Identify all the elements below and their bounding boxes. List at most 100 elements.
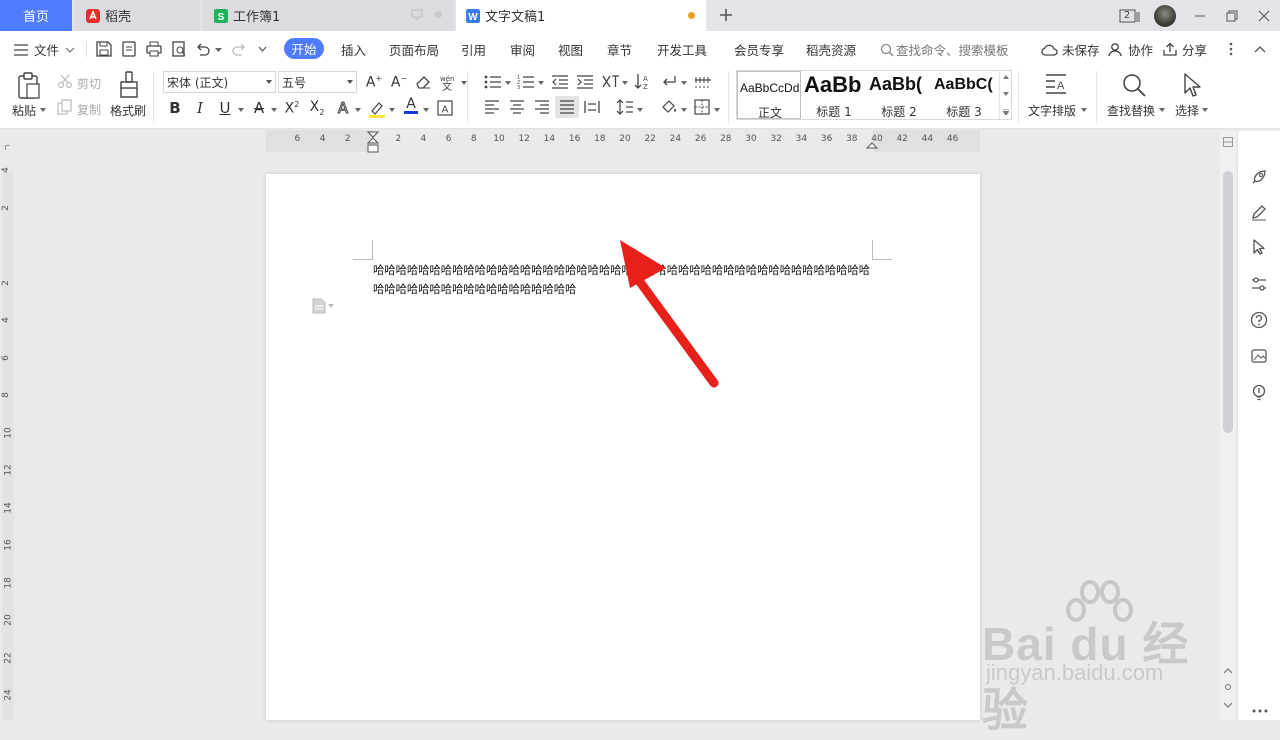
copy-icon[interactable] xyxy=(57,99,73,115)
lightbulb-icon[interactable] xyxy=(1250,383,1268,401)
scissors-icon[interactable] xyxy=(57,73,73,89)
image-tool-icon[interactable] xyxy=(1250,347,1268,365)
line-spacing-dropdown-icon[interactable] xyxy=(637,108,643,112)
sliders-icon[interactable] xyxy=(1250,275,1268,293)
tab-document[interactable]: W 文字文稿1 xyxy=(456,0,706,31)
print-icon[interactable] xyxy=(145,40,163,58)
tab-insert[interactable]: 插入 xyxy=(341,40,366,59)
decrease-indent-icon[interactable] xyxy=(551,74,569,90)
more-vertical-icon[interactable] xyxy=(1229,42,1233,56)
text-layout-button[interactable]: A xyxy=(1042,71,1070,99)
tab-daoke-resources[interactable]: 稻壳资源 xyxy=(806,40,856,59)
chinese-layout-icon[interactable] xyxy=(601,73,621,91)
pen-edit-icon[interactable] xyxy=(1250,203,1268,221)
grow-font-button[interactable]: A+ xyxy=(364,72,384,92)
strikethrough-button[interactable]: A xyxy=(249,98,269,118)
phonetic-guide-icon[interactable]: wén文 xyxy=(439,73,461,91)
redo-icon[interactable] xyxy=(230,40,248,58)
previous-page-icon[interactable] xyxy=(1224,667,1232,675)
rocket-icon[interactable] xyxy=(1250,168,1268,186)
strikethrough-dropdown-icon[interactable] xyxy=(271,108,277,112)
distributed-align-icon[interactable] xyxy=(584,100,600,114)
italic-button[interactable]: I xyxy=(190,98,210,118)
float-window-icon[interactable] xyxy=(411,9,423,20)
pointer-select-icon[interactable] xyxy=(1250,238,1268,256)
select-label[interactable]: 选择 xyxy=(1175,102,1199,119)
cut-label[interactable]: 剪切 xyxy=(77,75,101,92)
tab-references[interactable]: 引用 xyxy=(461,40,486,59)
help-icon[interactable] xyxy=(1250,311,1268,329)
new-tab-button[interactable] xyxy=(716,5,736,25)
style-normal[interactable]: AaBbCcDd 正文 xyxy=(737,71,801,120)
user-avatar[interactable] xyxy=(1154,4,1176,27)
sort-icon[interactable]: AZ xyxy=(634,72,652,90)
superscript-button[interactable]: X2 xyxy=(282,98,302,118)
paste-button[interactable] xyxy=(14,70,44,102)
vertical-ruler[interactable]: 4 2 2 4 6 8 10 12 14 16 18 20 22 24 xyxy=(0,152,18,720)
highlight-icon[interactable] xyxy=(367,99,387,119)
font-name-select[interactable]: 宋体 (正文) xyxy=(163,71,276,93)
select-button[interactable] xyxy=(1178,71,1204,99)
split-view-icon[interactable] xyxy=(1223,137,1233,147)
font-color-dropdown-icon[interactable] xyxy=(423,108,429,112)
vertical-scrollbar[interactable] xyxy=(1220,131,1236,720)
style-heading-1[interactable]: AaBb 标题 1 xyxy=(802,71,866,119)
horizontal-ruler[interactable]: 6 4 2 2 4 6 8 10 12 14 16 18 20 22 24 26 28 30 32 34 36 38 40 4… xyxy=(0,130,1220,153)
text-effect-dropdown-icon[interactable] xyxy=(355,108,361,112)
customize-toolbar-icon[interactable] xyxy=(258,46,267,53)
numbered-list-icon[interactable]: 123 xyxy=(517,74,535,90)
clear-format-icon[interactable] xyxy=(414,74,432,90)
copy-label[interactable]: 复制 xyxy=(77,101,101,118)
tab-workbook[interactable]: S 工作簿1 xyxy=(202,0,454,31)
character-border-icon[interactable]: A xyxy=(436,99,454,117)
increase-indent-icon[interactable] xyxy=(576,74,594,90)
close-window-button[interactable] xyxy=(1248,0,1280,31)
tab-view[interactable]: 视图 xyxy=(558,40,583,59)
underline-dropdown-icon[interactable] xyxy=(238,108,244,112)
file-menu[interactable]: 文件 xyxy=(14,40,75,59)
paste-dropdown-icon[interactable] xyxy=(40,108,46,112)
line-spacing-icon[interactable] xyxy=(616,99,634,115)
close-tab-dot[interactable] xyxy=(435,11,442,18)
shrink-font-button[interactable]: A− xyxy=(389,72,409,92)
select-dropdown-icon[interactable] xyxy=(1202,108,1208,112)
tab-chapter[interactable]: 章节 xyxy=(607,40,632,59)
right-indent-marker-icon[interactable] xyxy=(866,137,878,149)
chinese-layout-dropdown-icon[interactable] xyxy=(622,81,628,85)
paste-label[interactable]: 粘贴 xyxy=(12,102,36,119)
tab-home[interactable]: 首页 xyxy=(0,0,72,31)
style-heading-3[interactable]: AaBbC( 标题 3 xyxy=(932,71,996,119)
subscript-button[interactable]: X2 xyxy=(307,98,327,118)
align-center-icon[interactable] xyxy=(509,100,525,114)
bold-button[interactable]: B xyxy=(165,98,185,118)
highlight-dropdown-icon[interactable] xyxy=(389,108,395,112)
tab-stops-icon[interactable] xyxy=(694,75,712,89)
collaborate-button[interactable]: 协作 xyxy=(1108,40,1153,59)
borders-dropdown-icon[interactable] xyxy=(714,108,720,112)
undo-icon[interactable] xyxy=(194,40,212,58)
format-painter-label[interactable]: 格式刷 xyxy=(110,102,146,119)
shading-icon[interactable] xyxy=(660,99,678,115)
find-replace-button[interactable] xyxy=(1120,71,1148,99)
more-options-icon[interactable] xyxy=(1252,709,1268,713)
show-marks-dropdown-icon[interactable] xyxy=(681,81,687,85)
underline-button[interactable]: U xyxy=(215,98,235,118)
next-page-icon[interactable] xyxy=(1224,701,1232,709)
borders-icon[interactable] xyxy=(694,99,710,115)
font-size-select[interactable]: 五号 xyxy=(278,71,357,93)
share-button[interactable]: 分享 xyxy=(1162,40,1207,59)
numbered-dropdown-icon[interactable] xyxy=(538,81,544,85)
bullet-list-icon[interactable] xyxy=(484,74,502,90)
find-replace-label[interactable]: 查找替换 xyxy=(1107,102,1155,119)
text-effect-button[interactable]: A xyxy=(333,98,353,118)
format-painter-button[interactable] xyxy=(114,69,144,101)
save-icon[interactable] xyxy=(95,40,113,58)
collapse-ribbon-icon[interactable] xyxy=(1254,45,1266,53)
undo-dropdown-icon[interactable] xyxy=(215,48,222,53)
tab-home-ribbon[interactable]: 开始 xyxy=(284,38,324,59)
command-search[interactable]: 查找命令、搜索模板 xyxy=(880,40,1009,59)
style-gallery-scroll[interactable] xyxy=(999,71,1011,119)
style-heading-2[interactable]: AaBb( 标题 2 xyxy=(867,71,931,119)
print-preview-icon[interactable] xyxy=(170,40,188,58)
align-left-icon[interactable] xyxy=(484,100,500,114)
